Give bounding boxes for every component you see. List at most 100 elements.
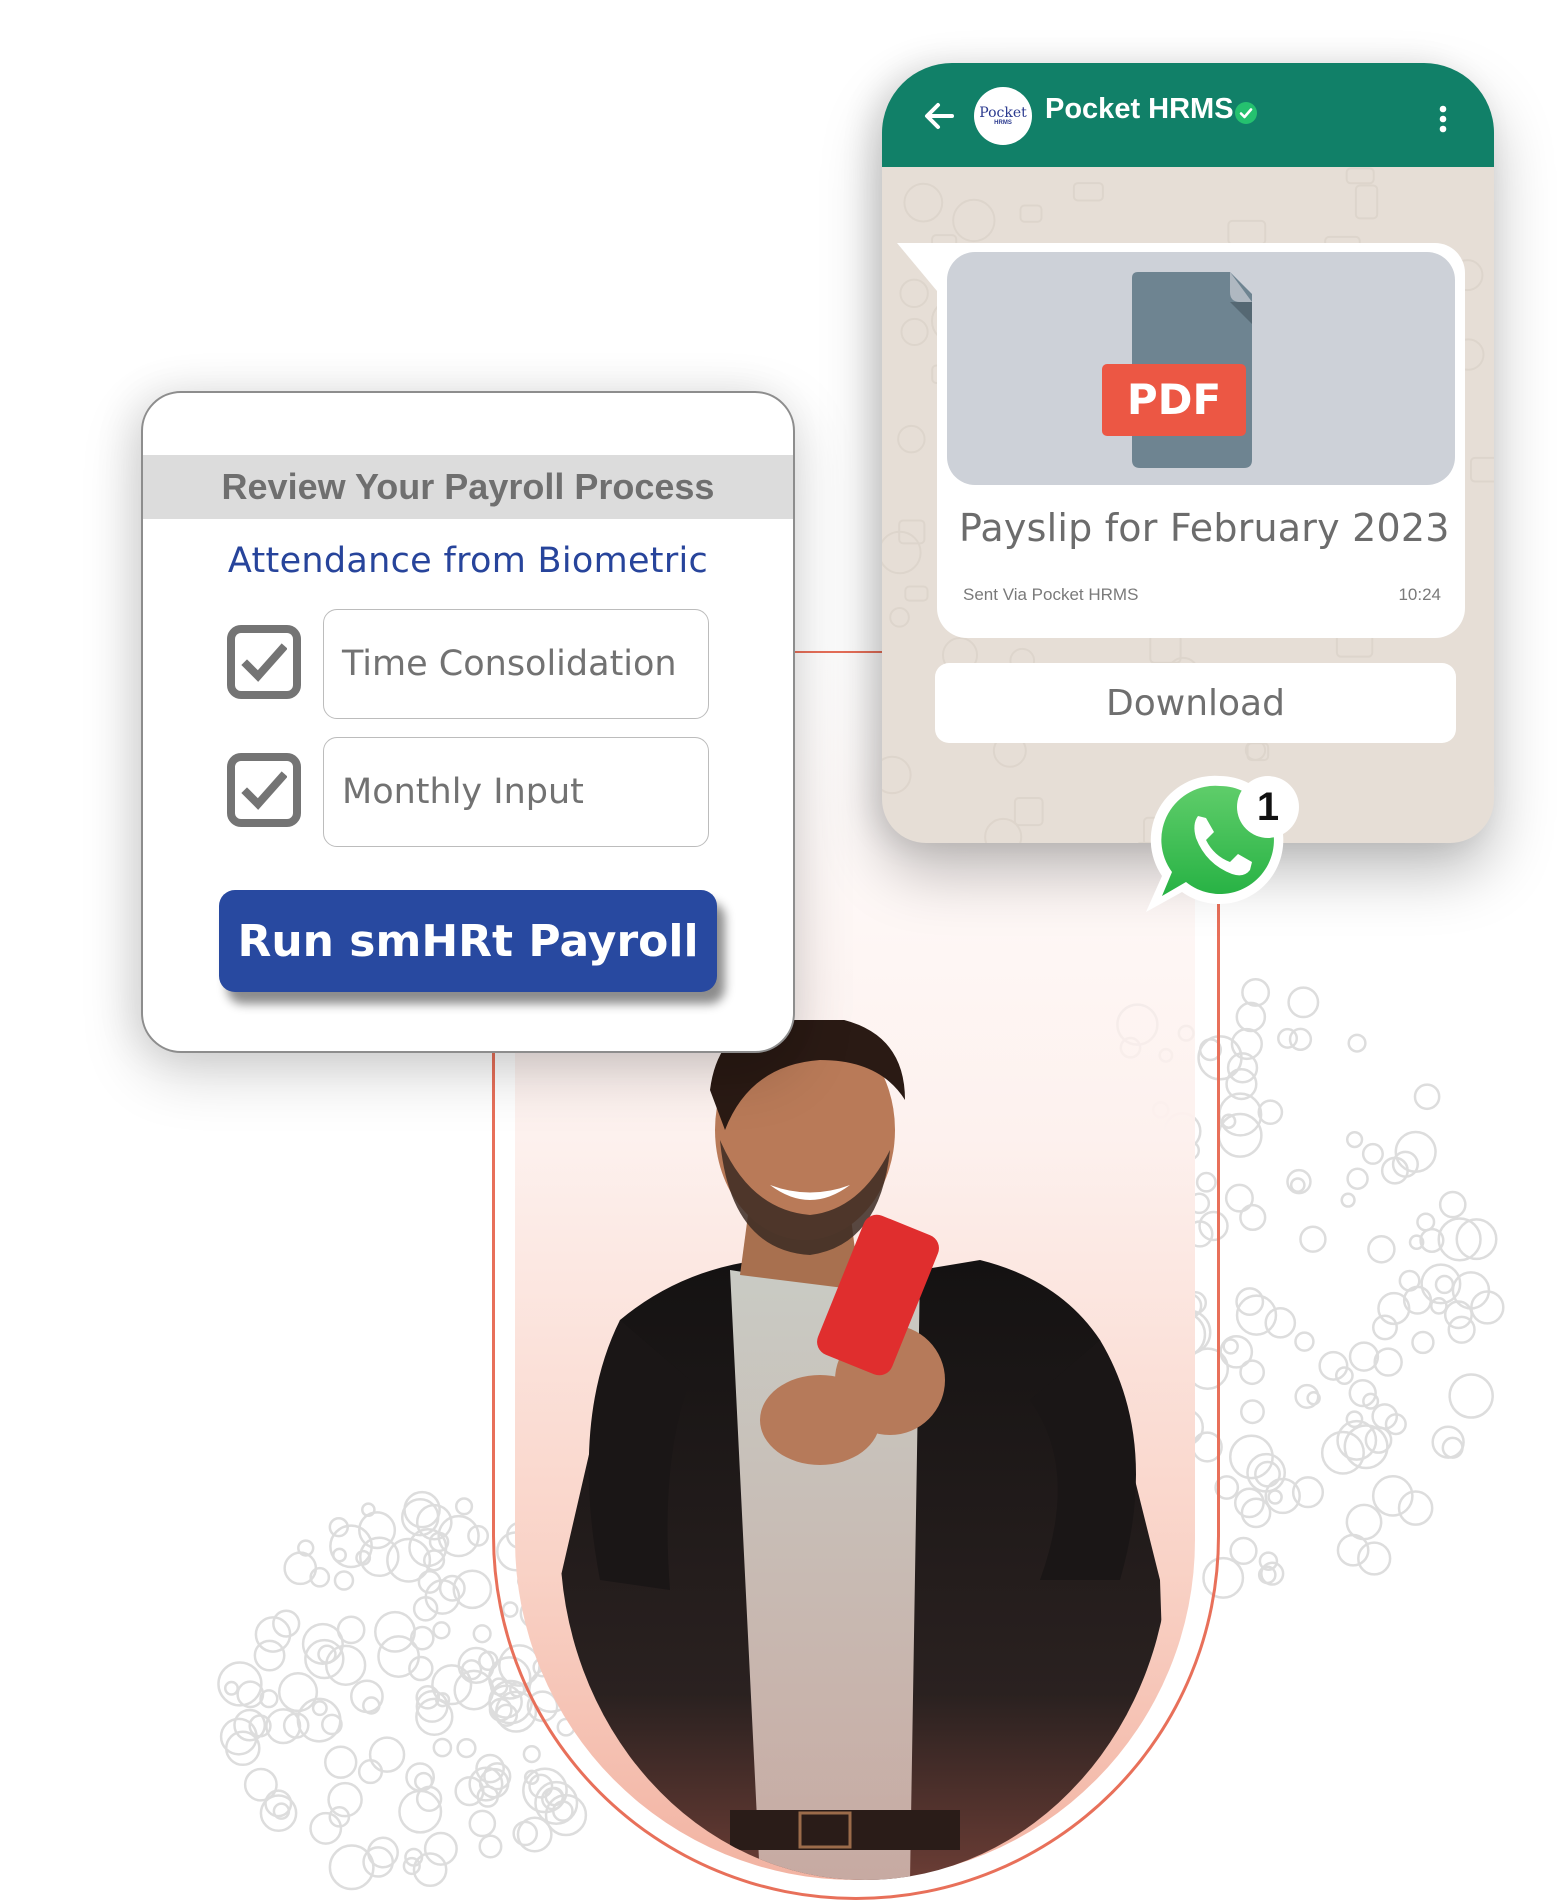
message-timestamp: 10:24: [1398, 585, 1441, 604]
wallpaper-doodle: [1072, 182, 1104, 202]
bubble-circle: [1224, 1183, 1254, 1213]
wallpaper-doodle: [882, 530, 922, 575]
bubble-circle: [1371, 1403, 1399, 1430]
bubble-circle: [1438, 1190, 1467, 1219]
bubble-circle: [309, 1811, 343, 1845]
bubble-circle: [1239, 1399, 1265, 1425]
bubble-circle: [1437, 1217, 1482, 1262]
bubble-circle: [223, 1680, 239, 1696]
person-illustration: [560, 1020, 1170, 1880]
bubble-circle: [1448, 1373, 1494, 1419]
bubble-circle: [1267, 1489, 1283, 1505]
wallpaper-doodle: [952, 198, 996, 243]
bubble-circle: [1430, 1297, 1448, 1315]
bubble-circle: [1367, 1235, 1396, 1264]
bubble-circle: [1235, 1001, 1267, 1033]
step-monthly-input[interactable]: Monthly Input: [323, 737, 709, 847]
wallpaper-doodle: [1019, 204, 1043, 223]
checkbox-checked-icon[interactable]: [227, 753, 301, 827]
bubble-circle: [452, 1569, 493, 1610]
bubble-circle: [329, 1524, 373, 1569]
payroll-card-title: Review Your Payroll Process: [143, 455, 793, 519]
payroll-review-card: Review Your Payroll Process Attendance f…: [141, 391, 795, 1053]
download-button[interactable]: Download: [935, 663, 1456, 743]
bubble-circle: [311, 1700, 328, 1717]
bubble-circle: [1362, 1392, 1380, 1410]
bubble-circle: [1299, 1225, 1327, 1253]
bubble-circle: [1336, 1533, 1370, 1567]
bubble-circle: [1343, 1424, 1389, 1470]
contact-name[interactable]: Pocket HRMS: [1045, 93, 1234, 126]
bubble-circle: [472, 1624, 492, 1644]
contact-avatar[interactable]: Pocket HRMS: [974, 87, 1032, 145]
bubble-circle: [224, 1730, 261, 1767]
chat-header: Pocket HRMS Pocket HRMS: [882, 63, 1494, 167]
bubble-circle: [1347, 1033, 1367, 1053]
bubble-circle: [277, 1671, 319, 1713]
bubble-circle: [1294, 1331, 1315, 1352]
avatar-logo-text: Pocket: [979, 104, 1027, 121]
bubble-circle: [327, 1781, 363, 1818]
connector-line: [790, 651, 885, 653]
run-payroll-button[interactable]: Run smHRt Payroll: [219, 890, 717, 992]
bubble-circle: [1287, 986, 1320, 1019]
step-row-time-consolidation: Time Consolidation: [227, 609, 709, 721]
bubble-circle: [1254, 1460, 1281, 1488]
bubble-circle: [217, 1661, 263, 1707]
bubble-circle: [1340, 1192, 1356, 1208]
wallpaper-doodle: [897, 424, 926, 454]
bubble-circle: [432, 1621, 451, 1640]
bubble-circle: [1441, 1436, 1464, 1459]
message-title: Payslip for February 2023: [959, 506, 1450, 550]
bubble-circle: [1318, 1350, 1349, 1381]
wallpaper-doodle: [1469, 456, 1494, 483]
bubble-circle: [253, 1639, 286, 1672]
bubble-circle: [1447, 1315, 1476, 1344]
bubble-circle: [1411, 1330, 1435, 1355]
bubble-circle: [377, 1635, 421, 1678]
wallpaper-doodle: [1345, 167, 1375, 185]
bubble-circle: [1235, 1294, 1278, 1336]
bubble-circle: [1372, 1314, 1398, 1341]
wallpaper-doodle: [904, 585, 929, 602]
bubble-circle: [468, 1809, 497, 1838]
bubble-circle: [1345, 1130, 1364, 1149]
message-bubble: PDF Payslip for February 2023 Sent Via P…: [897, 243, 1465, 638]
more-vertical-icon[interactable]: [1438, 105, 1448, 133]
checkbox-checked-icon[interactable]: [227, 625, 301, 699]
bubble-circle: [423, 1831, 458, 1866]
bubble-circle: [432, 1737, 453, 1758]
pdf-attachment-preview[interactable]: PDF: [947, 252, 1455, 485]
bubble-circle: [1239, 1359, 1266, 1386]
pdf-label: PDF: [1127, 375, 1221, 424]
bubble-circle: [478, 1834, 503, 1859]
bubble-circle: [1431, 1425, 1465, 1459]
step-time-consolidation[interactable]: Time Consolidation: [323, 609, 709, 719]
wallpaper-doodle: [900, 317, 929, 347]
whatsapp-chat-card: Pocket HRMS Pocket HRMS PDF Payslip for …: [882, 63, 1494, 843]
bubble-circle: [1229, 1434, 1274, 1480]
bubble-circle: [1229, 1536, 1258, 1566]
bubble-circle: [1345, 1410, 1364, 1429]
bubble-circle: [528, 1773, 554, 1799]
bubble-circle: [283, 1551, 318, 1586]
payroll-card-subtitle: Attendance from Biometric: [227, 541, 709, 581]
bubble-circle: [368, 1736, 406, 1773]
bubble-circle: [324, 1644, 367, 1686]
bubble-circle: [1222, 1338, 1239, 1355]
bubble-circle: [1434, 1274, 1455, 1295]
pdf-file-icon: PDF: [1102, 272, 1252, 468]
bubble-circle: [453, 1669, 495, 1711]
avatar-logo-subtext: HRMS: [994, 119, 1012, 126]
bubble-circle: [333, 1570, 355, 1591]
bubble-circle: [1233, 1487, 1265, 1519]
verified-badge-icon: [1235, 102, 1257, 124]
bubble-circle: [336, 1615, 366, 1645]
bubble-circle: [1357, 1541, 1392, 1576]
bubble-circle: [1346, 1167, 1369, 1190]
wallpaper-doodle: [882, 755, 912, 795]
bubble-circle: [324, 1745, 358, 1779]
bubble-circle: [367, 1836, 399, 1869]
arrow-left-icon[interactable]: [922, 99, 956, 133]
bubble-circle: [1397, 1490, 1434, 1526]
